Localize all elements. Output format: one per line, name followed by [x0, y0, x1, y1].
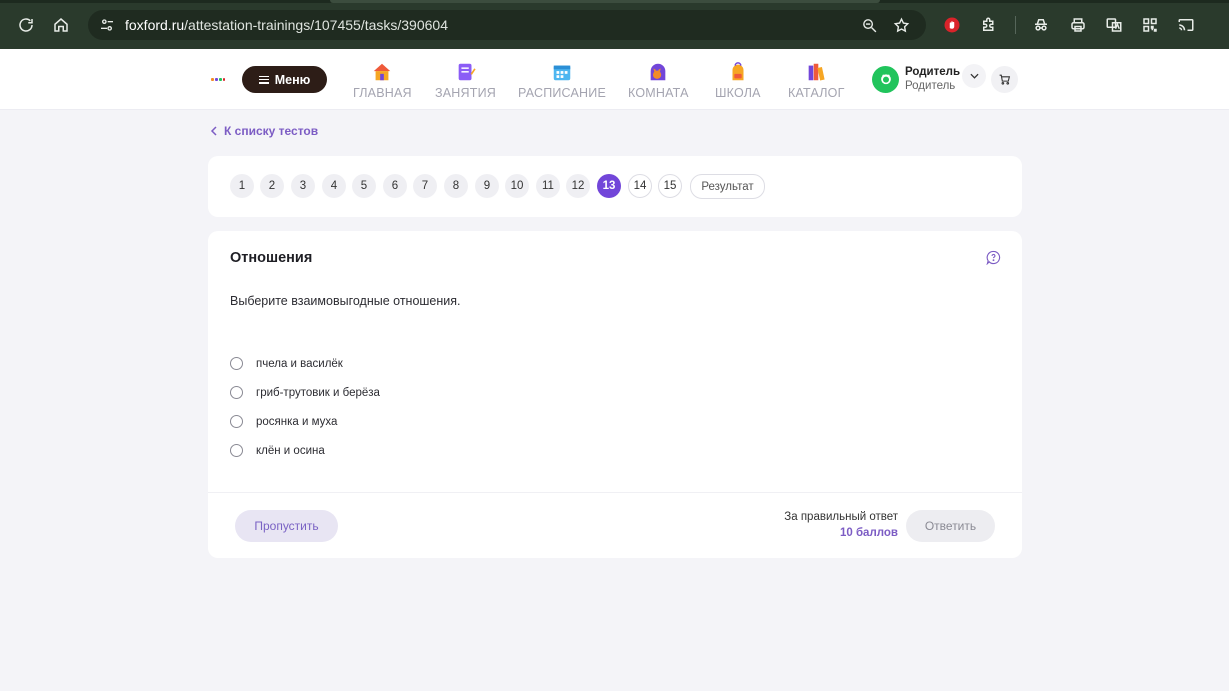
question-title: Отношения — [230, 250, 313, 266]
question-number[interactable]: 5 — [352, 174, 376, 198]
nav-item-lessons[interactable]: ЗАНЯТИЯ — [435, 61, 496, 100]
skip-button[interactable]: Пропустить — [235, 510, 338, 542]
radio-button[interactable] — [230, 357, 243, 370]
question-card: Отношения Выберите взаимовыгодные отноше… — [208, 231, 1022, 558]
backpack-icon — [732, 62, 744, 81]
active-tab[interactable] — [330, 0, 880, 3]
question-number[interactable]: 3 — [291, 174, 315, 198]
foxford-logo[interactable] — [211, 78, 225, 81]
points-value: 10 баллов — [839, 527, 898, 539]
question-number[interactable]: 4 — [322, 174, 346, 198]
question-number[interactable]: 14 — [628, 174, 652, 198]
nav-item-room[interactable]: КОМНАТА — [628, 61, 689, 100]
help-chat-icon[interactable] — [986, 250, 1001, 265]
question-number[interactable]: 6 — [383, 174, 407, 198]
back-link-label: К списку тестов — [224, 124, 319, 138]
points-label: За правильный ответ — [784, 511, 898, 523]
incognito-icon[interactable] — [1028, 12, 1054, 38]
question-text: Выберите взаимовыгодные отношения. — [230, 294, 461, 308]
adblock-icon[interactable] — [939, 12, 965, 38]
answer-option-label: росянка и муха — [256, 415, 338, 428]
nav-item-label: ГЛАВНАЯ — [353, 86, 412, 100]
radio-button[interactable] — [230, 386, 243, 399]
chevron-down-icon[interactable] — [962, 64, 986, 88]
question-number[interactable]: 10 — [505, 174, 529, 198]
calendar-icon — [553, 65, 571, 81]
toolbar-separator — [1015, 16, 1016, 34]
site-header: Меню ГЛАВНАЯ ЗАНЯТИЯ РАСПИСАНИЕ КОМНАТА … — [0, 49, 1229, 110]
avatar — [872, 66, 899, 93]
url-host: foxford.ru — [125, 17, 185, 33]
url-path: /attestation-trainings/107455/tasks/3906… — [184, 17, 448, 33]
profile-role: Родитель — [905, 80, 956, 92]
answer-option[interactable]: пчела и василёк — [230, 357, 343, 370]
notebook-icon — [458, 63, 476, 81]
nav-item-main[interactable]: ГЛАВНАЯ — [353, 61, 412, 100]
zoom-icon[interactable] — [858, 14, 880, 36]
house-icon — [374, 63, 391, 81]
address-bar[interactable]: foxford.ru/attestation-trainings/107455/… — [88, 10, 926, 40]
menu-button[interactable]: Меню — [242, 66, 327, 93]
browser-toolbar: foxford.ru/attestation-trainings/107455/… — [0, 0, 1229, 49]
question-number[interactable]: 12 — [566, 174, 590, 198]
nav-item-catalog[interactable]: КАТАЛОГ — [788, 61, 845, 100]
books-icon — [808, 63, 825, 81]
nav-item-school[interactable]: ШКОЛА — [715, 61, 761, 100]
nav-item-label: КОМНАТА — [628, 86, 689, 100]
result-button[interactable]: Результат — [690, 174, 765, 199]
answer-option[interactable]: росянка и муха — [230, 415, 337, 428]
cast-icon[interactable] — [1173, 12, 1199, 38]
nav-item-label: КАТАЛОГ — [788, 86, 845, 100]
bookmark-star-icon[interactable] — [890, 14, 912, 36]
profile-name: Родитель — [905, 66, 961, 78]
url-text[interactable]: foxford.ru/attestation-trainings/107455/… — [125, 17, 448, 33]
menu-list-icon — [258, 75, 269, 84]
home-icon[interactable] — [48, 12, 74, 38]
answer-option-label: пчела и василёк — [256, 357, 343, 370]
radio-button[interactable] — [230, 415, 243, 428]
answer-option[interactable]: гриб-трутовик и берёза — [230, 386, 380, 399]
answer-option[interactable]: клён и осина — [230, 444, 325, 457]
nav-item-schedule[interactable]: РАСПИСАНИЕ — [518, 61, 606, 100]
question-number[interactable]: 11 — [536, 174, 560, 198]
question-number[interactable]: 9 — [475, 174, 499, 198]
question-number-active[interactable]: 13 — [597, 174, 621, 198]
question-number[interactable]: 15 — [658, 174, 682, 198]
question-navigator: 1 2 3 4 5 6 7 8 9 10 11 12 13 14 15 Резу… — [208, 156, 1022, 217]
nav-item-label: ШКОЛА — [715, 86, 761, 100]
question-number[interactable]: 7 — [413, 174, 437, 198]
extensions-icon[interactable] — [976, 12, 1002, 38]
translate-icon[interactable] — [1101, 12, 1127, 38]
cart-icon[interactable] — [991, 66, 1018, 93]
menu-button-label: Меню — [274, 72, 311, 87]
radio-button[interactable] — [230, 444, 243, 457]
print-icon[interactable] — [1065, 12, 1091, 38]
qr-code-icon[interactable] — [1137, 12, 1163, 38]
answer-button[interactable]: Ответить — [906, 510, 995, 542]
nav-item-label: ЗАНЯТИЯ — [435, 86, 496, 100]
site-info-icon[interactable] — [96, 14, 118, 36]
answer-option-label: гриб-трутовик и берёза — [256, 386, 380, 399]
answer-option-label: клён и осина — [256, 444, 325, 457]
fox-room-icon — [650, 63, 666, 81]
chevron-left-icon — [210, 126, 217, 136]
back-to-tests-link[interactable]: К списку тестов — [210, 124, 318, 138]
question-number[interactable]: 8 — [444, 174, 468, 198]
reload-icon[interactable] — [13, 12, 39, 38]
question-number[interactable]: 1 — [230, 174, 254, 198]
divider — [208, 492, 1022, 493]
nav-item-label: РАСПИСАНИЕ — [518, 86, 606, 100]
question-number[interactable]: 2 — [260, 174, 284, 198]
